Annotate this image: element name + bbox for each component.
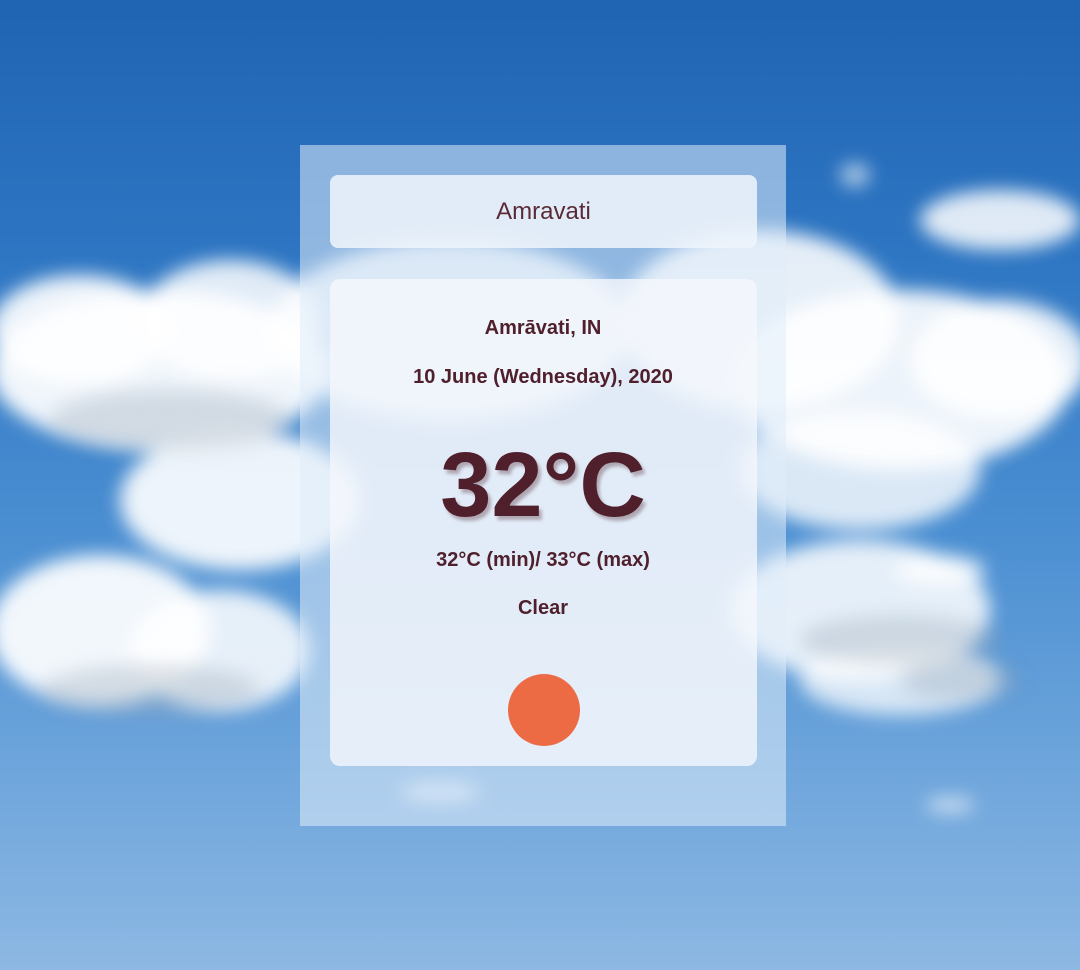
current-temperature: 32°C <box>440 434 646 536</box>
sun-icon <box>508 674 580 746</box>
city-search-input[interactable] <box>330 175 757 248</box>
weather-card: Amrāvati, IN 10 June (Wednesday), 2020 3… <box>300 145 786 826</box>
location-label: Amrāvati, IN <box>484 317 602 339</box>
date-label: 10 June (Wednesday), 2020 <box>413 366 673 388</box>
weather-condition: Clear <box>517 597 569 619</box>
min-max-temperature: 32°C (min)/ 33°C (max) <box>436 549 650 571</box>
